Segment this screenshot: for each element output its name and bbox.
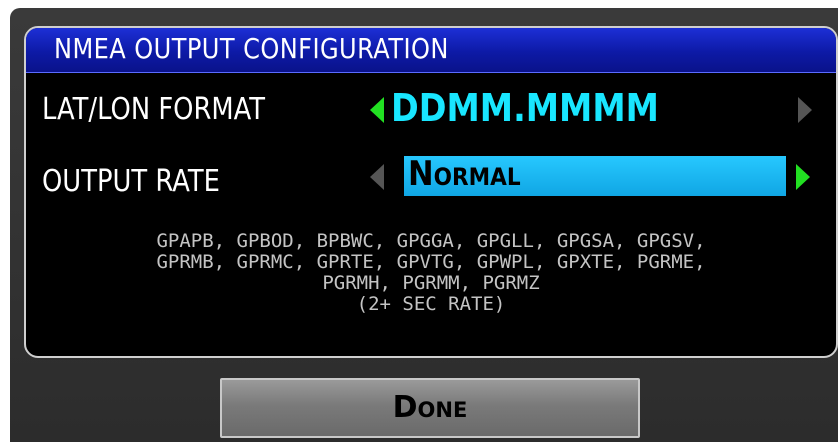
sentence-line: GPAPB, GPBOD, BPBWC, GPGGA, GPGLL, GPGSA…: [156, 230, 706, 252]
dialog-title: NMEA OUTPUT CONFIGURATION: [54, 32, 449, 65]
dialog-title-bar: NMEA OUTPUT CONFIGURATION: [26, 28, 836, 73]
lat-lon-format-prev-arrow-icon[interactable]: [370, 97, 384, 123]
lat-lon-format-next-arrow-icon[interactable]: [798, 97, 812, 123]
sentence-line: GPRMB, GPRMC, GPRTE, GPVTG, GPWPL, GPXTE…: [156, 251, 706, 273]
nmea-output-dialog: NMEA OUTPUT CONFIGURATION LAT/LON FORMAT…: [24, 26, 838, 358]
sentence-rate-note: (2+ SEC RATE): [356, 293, 506, 315]
done-button-label: Done: [392, 390, 468, 425]
lat-lon-format-value[interactable]: DDMM.MMMM: [391, 86, 659, 130]
output-rate-prev-arrow-icon[interactable]: [370, 164, 384, 190]
output-rate-selection[interactable]: Normal: [404, 154, 786, 196]
output-rate-label: OUTPUT RATE: [42, 164, 220, 199]
sentence-line: PGRMH, PGRMM, PGRMZ: [322, 272, 540, 294]
lat-lon-format-label: LAT/LON FORMAT: [42, 92, 266, 127]
output-rate-next-arrow-icon[interactable]: [796, 164, 810, 190]
output-rate-value: Normal: [408, 154, 521, 194]
done-button[interactable]: Done: [220, 378, 640, 438]
nmea-sentence-list: GPAPB, GPBOD, BPBWC, GPGGA, GPGLL, GPGSA…: [26, 231, 836, 315]
